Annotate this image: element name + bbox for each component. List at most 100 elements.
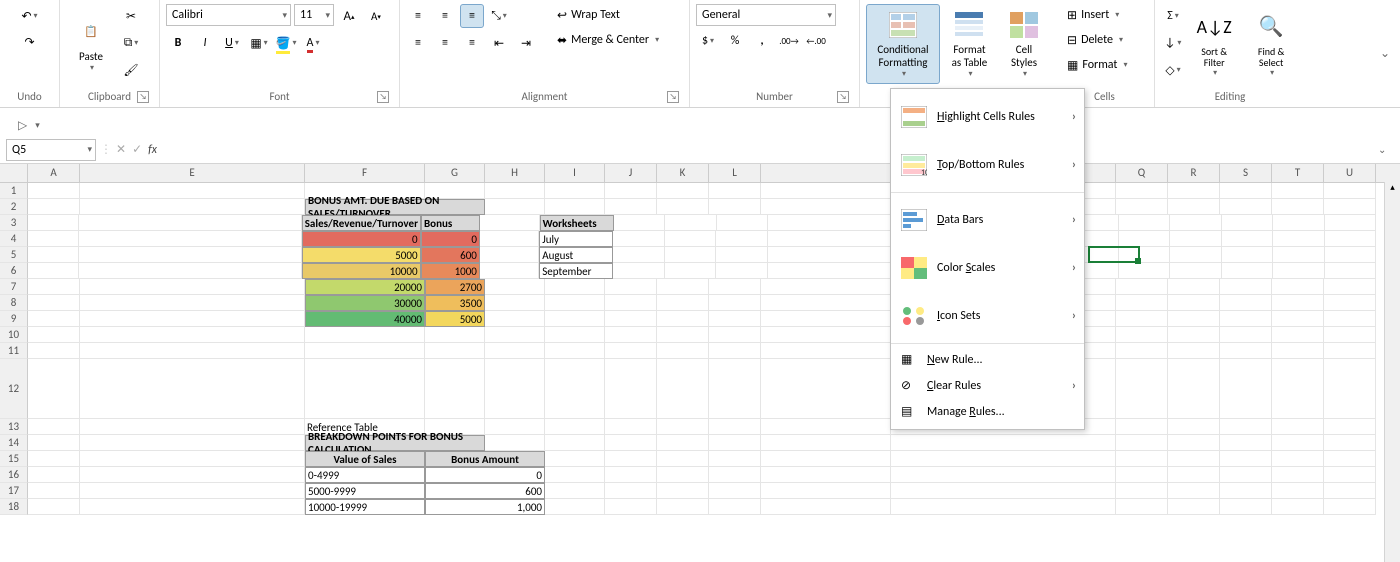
cell[interactable] (485, 199, 545, 215)
cell[interactable]: 0-4999 (305, 467, 425, 483)
cell[interactable] (891, 451, 1116, 467)
cell[interactable] (1222, 247, 1273, 263)
cell[interactable] (1116, 327, 1168, 343)
row-header[interactable]: 17 (0, 483, 28, 499)
ribbon-collapse-chevron[interactable]: ⌄ (1380, 46, 1390, 61)
decrease-decimal-button[interactable]: ←.00 (804, 29, 828, 53)
cell[interactable] (1324, 183, 1376, 199)
cell[interactable] (1116, 359, 1168, 419)
cell[interactable]: 40000 (305, 311, 425, 327)
cell[interactable] (709, 467, 761, 483)
cell[interactable] (28, 263, 79, 279)
cell[interactable] (761, 311, 891, 327)
cell[interactable] (1116, 295, 1168, 311)
cell[interactable] (1272, 343, 1324, 359)
cancel-formula-button[interactable]: ✕ (116, 142, 126, 157)
cell[interactable] (1272, 435, 1324, 451)
cell[interactable] (1116, 435, 1168, 451)
cell[interactable] (605, 327, 657, 343)
cell[interactable] (768, 231, 897, 247)
align-left-button[interactable]: ≡ (406, 31, 430, 55)
find-select-button[interactable]: 🔍 Find & Select▾ (1243, 4, 1299, 84)
cell[interactable]: BONUS AMT. DUE BASED ON SALES/TURNOVER (305, 199, 485, 215)
cell[interactable] (28, 295, 80, 311)
cell[interactable] (28, 311, 80, 327)
cell[interactable] (1119, 263, 1170, 279)
cell[interactable] (1325, 263, 1376, 279)
cell[interactable] (709, 279, 761, 295)
cell[interactable] (28, 279, 80, 295)
cell[interactable] (425, 359, 485, 419)
cell[interactable] (1220, 499, 1272, 515)
cell[interactable] (485, 295, 545, 311)
cell[interactable] (716, 263, 767, 279)
cell[interactable] (1119, 215, 1170, 231)
cell[interactable] (1273, 231, 1324, 247)
row-header[interactable]: 12 (0, 359, 28, 419)
decrease-font-button[interactable]: A▾ (364, 4, 388, 28)
cell[interactable] (1220, 359, 1272, 419)
cell[interactable] (709, 359, 761, 419)
column-header[interactable]: R (1168, 164, 1220, 182)
format-painter-button[interactable]: 🖌 (119, 58, 143, 82)
cell[interactable] (605, 359, 657, 419)
cell[interactable] (1168, 451, 1220, 467)
cell[interactable] (480, 215, 539, 231)
column-header[interactable]: A (28, 164, 80, 182)
cell[interactable] (485, 311, 545, 327)
cell[interactable] (545, 499, 605, 515)
cell[interactable] (1272, 311, 1324, 327)
cell[interactable] (1168, 327, 1220, 343)
row-header[interactable]: 18 (0, 499, 28, 515)
cell[interactable] (1324, 359, 1376, 419)
cut-button[interactable]: ✂ (119, 4, 143, 28)
qa-dropdown[interactable]: ▾ (35, 120, 40, 131)
cell[interactable] (657, 435, 709, 451)
cell[interactable] (1272, 295, 1324, 311)
cell[interactable] (709, 327, 761, 343)
cell[interactable] (480, 247, 539, 263)
cell[interactable]: 0 (421, 231, 480, 247)
column-header[interactable]: J (605, 164, 657, 182)
cell-styles-button[interactable]: Cell Styles▾ (999, 4, 1049, 84)
row-header[interactable]: 1 (0, 183, 28, 199)
cell[interactable] (1220, 419, 1272, 435)
cell[interactable] (1168, 483, 1220, 499)
cell[interactable] (80, 467, 305, 483)
cell[interactable] (657, 467, 709, 483)
menu-new-rule[interactable]: ▦ New Rule... (891, 347, 1084, 373)
cell[interactable] (545, 343, 605, 359)
cell[interactable] (1324, 343, 1376, 359)
cell[interactable] (79, 231, 301, 247)
cell[interactable] (305, 343, 425, 359)
cell[interactable] (485, 327, 545, 343)
cell[interactable] (761, 183, 891, 199)
orientation-button[interactable]: ⤡▾ (487, 4, 511, 28)
cell[interactable] (28, 231, 79, 247)
row-header[interactable]: 11 (0, 343, 28, 359)
column-header[interactable]: U (1324, 164, 1376, 182)
cell[interactable] (1324, 451, 1376, 467)
cell[interactable]: Bonus (421, 215, 480, 231)
cell[interactable] (605, 499, 657, 515)
cell[interactable]: 10000 (302, 263, 421, 279)
cell[interactable] (485, 419, 545, 435)
cell[interactable] (1325, 247, 1376, 263)
cell[interactable]: 30000 (305, 295, 425, 311)
cell[interactable] (1170, 231, 1221, 247)
cell[interactable] (545, 199, 605, 215)
cell[interactable]: July (539, 231, 613, 247)
cell[interactable] (80, 327, 305, 343)
cell[interactable]: 5000-9999 (305, 483, 425, 499)
cell[interactable] (485, 359, 545, 419)
cell[interactable] (485, 435, 545, 451)
cell[interactable] (605, 295, 657, 311)
cell[interactable] (657, 311, 709, 327)
cell[interactable] (28, 359, 80, 419)
cell[interactable] (1324, 499, 1376, 515)
percent-button[interactable]: % (723, 29, 747, 53)
fill-color-button[interactable]: 🪣▾ (274, 31, 298, 55)
cell[interactable] (614, 215, 665, 231)
row-header[interactable]: 4 (0, 231, 28, 247)
cell[interactable] (425, 343, 485, 359)
